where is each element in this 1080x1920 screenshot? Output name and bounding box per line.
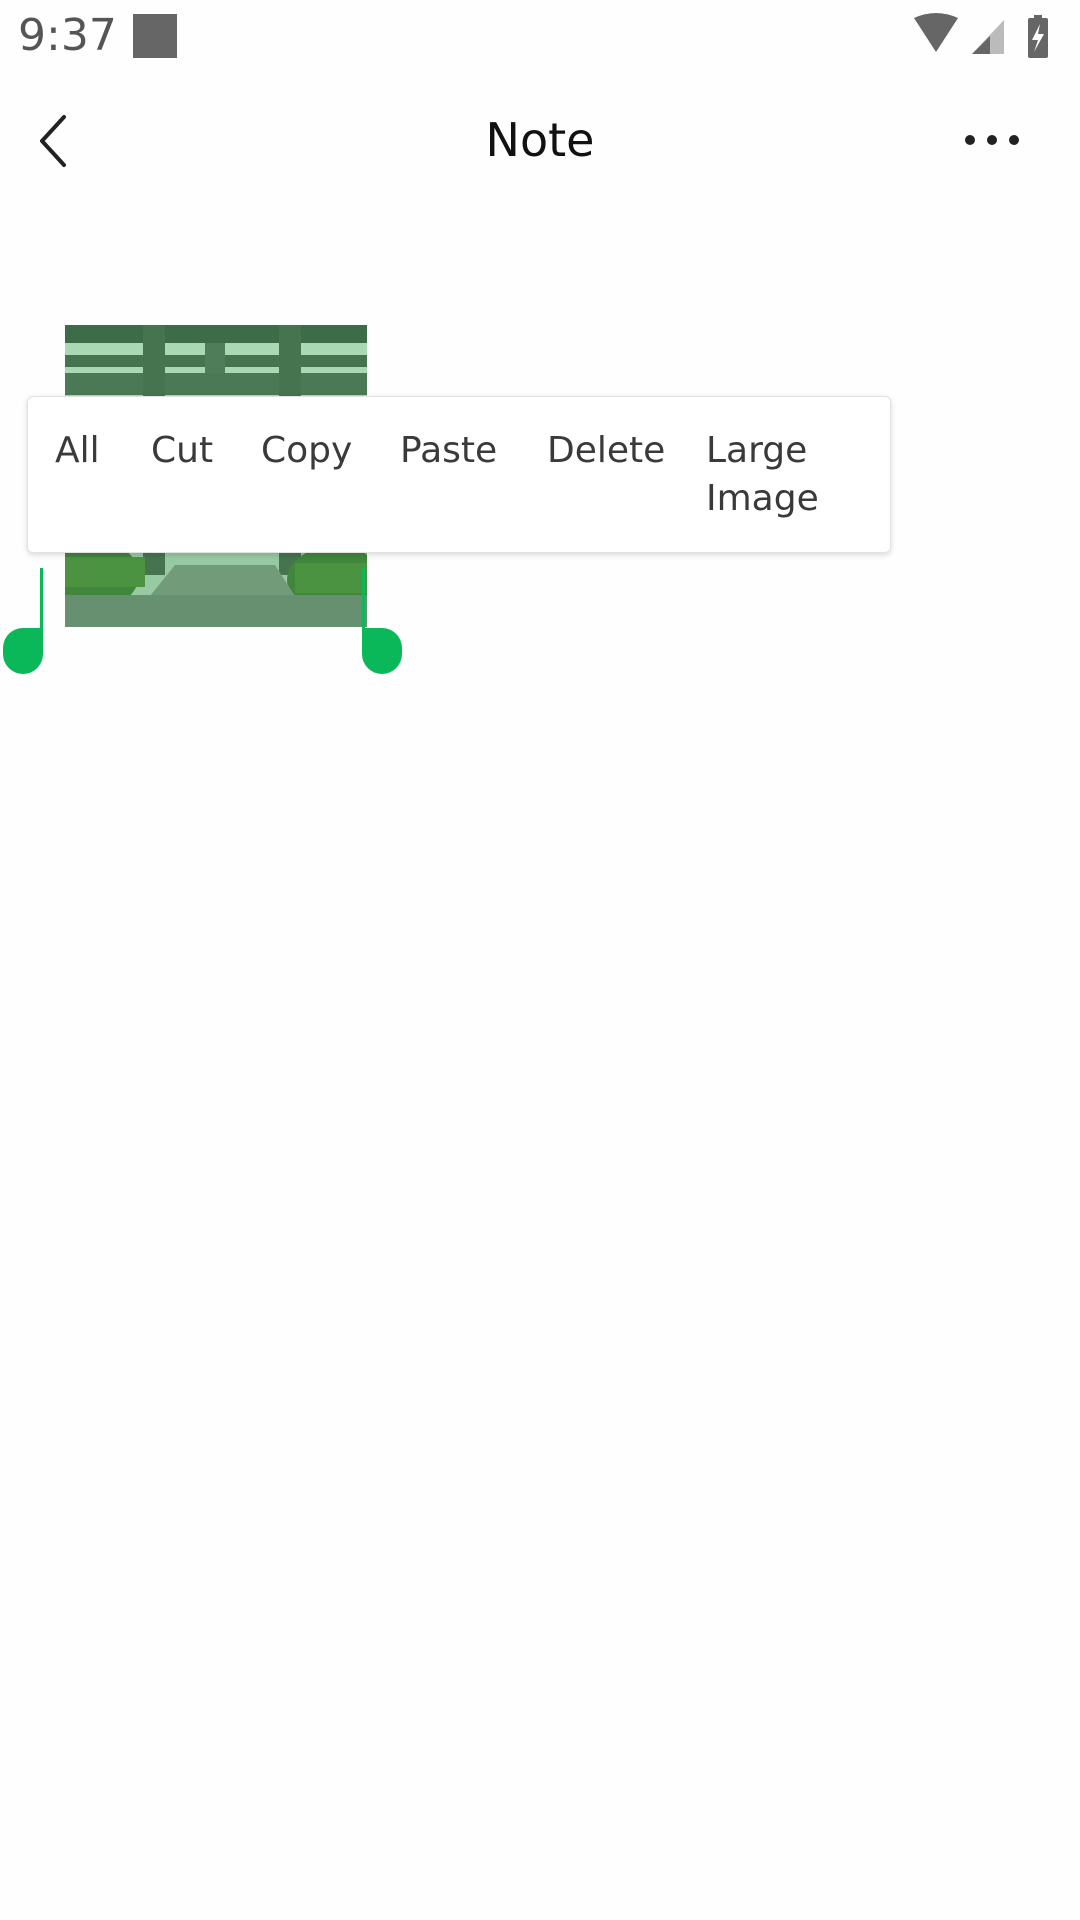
status-time: 9:37 bbox=[18, 10, 117, 61]
menu-item-large-image[interactable]: Large Image bbox=[706, 427, 836, 523]
status-bar: 9:37 bbox=[0, 0, 1080, 75]
menu-item-all[interactable]: All bbox=[55, 427, 100, 475]
menu-item-delete[interactable]: Delete bbox=[547, 427, 665, 475]
wifi-icon bbox=[914, 13, 958, 52]
more-horizontal-icon bbox=[965, 135, 1019, 145]
signal-icon bbox=[972, 20, 1004, 54]
selection-start-handle[interactable] bbox=[3, 628, 43, 674]
text-selection-menu: All Cut Copy Paste Delete Large Image bbox=[27, 396, 891, 553]
status-icons bbox=[910, 12, 1080, 62]
menu-item-paste[interactable]: Paste bbox=[400, 427, 497, 475]
more-options-button[interactable] bbox=[960, 120, 1030, 160]
menu-item-cut[interactable]: Cut bbox=[151, 427, 213, 475]
app-header: Note bbox=[0, 75, 1080, 205]
selection-end-handle[interactable] bbox=[362, 628, 402, 674]
battery-charging-icon bbox=[1028, 15, 1048, 58]
menu-item-copy[interactable]: Copy bbox=[261, 427, 352, 475]
page-title: Note bbox=[485, 113, 595, 167]
selection-end-line bbox=[362, 568, 365, 630]
notification-square-icon bbox=[133, 14, 177, 58]
selection-start-line bbox=[40, 568, 43, 630]
